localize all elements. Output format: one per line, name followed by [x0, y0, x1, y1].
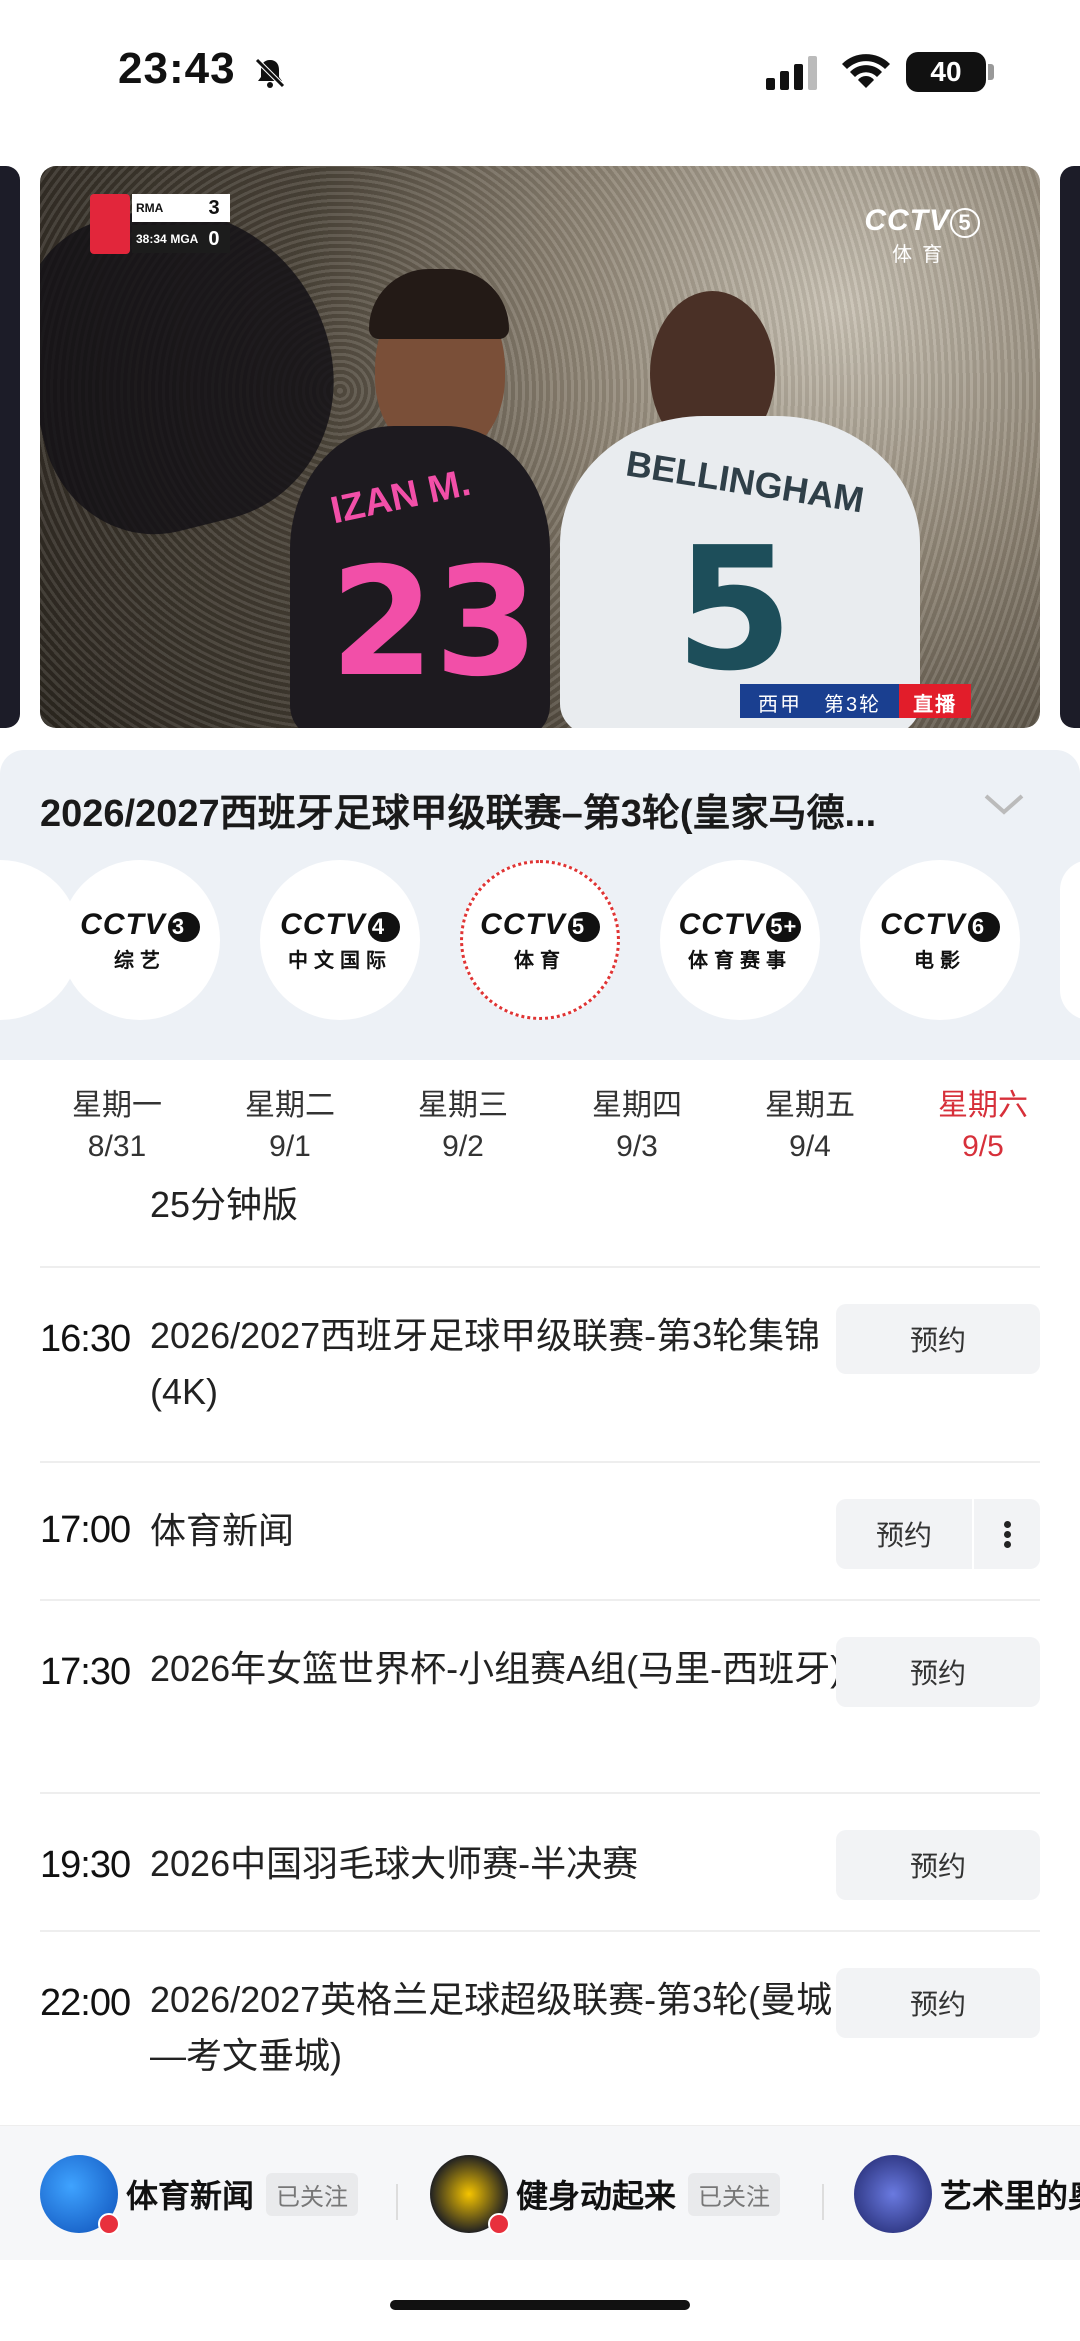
status-bar: 23:43 40	[0, 0, 1080, 150]
follow-status[interactable]: 已关注	[688, 2172, 781, 2216]
item-time: 19:30	[40, 1844, 131, 1886]
next-video-card[interactable]	[1060, 166, 1080, 728]
item-title: 2026中国羽毛球大师赛-半决赛	[150, 1843, 639, 1884]
channel-sub: 中文国际	[288, 949, 392, 972]
watermark-subtitle: 体育	[892, 244, 953, 266]
ticker-info: 西甲 第3轮	[740, 684, 900, 718]
scoreboard: RMA 3 38:34 MGA 0	[90, 194, 230, 254]
channel-cctv5[interactable]: CCTV 5 体育	[460, 860, 620, 1020]
item-title: 2026/2027西班牙足球甲级联赛-第3轮集锦(4K)	[150, 1315, 821, 1412]
schedule-item[interactable]: 19:30 2026中国羽毛球大师赛-半决赛 预约	[40, 1792, 1040, 1930]
score-row-away: 38:34 MGA 0	[132, 225, 230, 253]
day-tab-wed[interactable]: 星期三 9/2	[393, 1080, 533, 1164]
followed-accounts-bar: 体育新闻 已关注 健身动起来 已关注 艺术里的奥	[0, 2125, 1080, 2260]
reserve-button[interactable]: 预约	[836, 1499, 972, 1569]
channel-selector: CCTV 3 综艺 CCTV 4 中文国际 CCTV 5 体育 CCTV 5+ 体育赛事…	[0, 855, 1080, 1025]
status-time: 23:43	[118, 44, 236, 93]
item-time: 17:00	[40, 1509, 131, 1551]
home-team: RMA	[136, 201, 164, 215]
bell-muted-icon	[255, 58, 285, 88]
live-ticker: 西甲 第3轮 直播	[740, 684, 972, 718]
live-badge: 直播	[899, 684, 972, 718]
channel-sub: 体育	[514, 949, 566, 972]
divider	[396, 2184, 398, 2220]
schedule-item[interactable]: 16:30 2026/2027西班牙足球甲级联赛-第3轮集锦(4K) 预约	[40, 1266, 1040, 1461]
channel-partial-right[interactable]	[1060, 860, 1080, 1020]
channel-sub: 体育赛事	[688, 949, 792, 972]
video-player[interactable]: BELLINGHAM 5 IZAN M. 23 RMA 3 38:34 MGA …	[40, 166, 1040, 728]
score-row-home: RMA 3	[132, 194, 230, 222]
reserve-button[interactable]: 预约	[836, 1830, 1040, 1900]
watermark-number: 5	[950, 208, 980, 238]
chevron-down-icon[interactable]	[982, 790, 1026, 818]
player-left-name: IZAN M.	[327, 461, 475, 533]
account-art[interactable]: 艺术里的奥	[854, 2154, 1080, 2234]
avatar	[40, 2155, 120, 2235]
account-fitness[interactable]: 健身动起来 已关注	[430, 2154, 781, 2235]
reserve-button[interactable]: 预约	[836, 1637, 1040, 1707]
channel-cctv3[interactable]: CCTV 3 综艺	[60, 860, 220, 1020]
player-left: IZAN M. 23	[290, 426, 550, 728]
schedule-item[interactable]: 17:00 体育新闻 预约	[40, 1461, 1040, 1599]
prev-video-card[interactable]	[0, 166, 20, 728]
item-title: 2026/2027英格兰足球超级联赛-第3轮(曼城—考文垂城)	[150, 1979, 833, 2076]
channel-cctv6[interactable]: CCTV 6 电影	[860, 860, 1020, 1020]
schedule-item[interactable]: 22:00 2026/2027英格兰足球超级联赛-第3轮(曼城—考文垂城) 预约	[40, 1930, 1040, 2125]
avatar	[430, 2155, 510, 2235]
channel-watermark: CCTV 5 体育	[864, 204, 980, 267]
player-left-number: 23	[330, 536, 539, 710]
day-tab-tue[interactable]: 星期二 9/1	[220, 1080, 360, 1164]
watermark-name: CCTV	[864, 204, 950, 237]
item-title: 体育新闻	[150, 1510, 295, 1551]
match-clock: 38:34	[136, 232, 167, 246]
channel-cctv4[interactable]: CCTV 4 中文国际	[260, 860, 420, 1020]
program-title[interactable]: 2026/2027西班牙足球甲级联赛–第3轮(皇家马德...	[40, 782, 920, 837]
day-tab-sat[interactable]: 星期六 9/5	[913, 1080, 1053, 1164]
away-score: 0	[201, 227, 226, 251]
laliga-logo-icon	[90, 194, 130, 254]
signal-icon	[766, 56, 817, 90]
account-name: 艺术里的奥	[940, 2178, 1080, 2214]
item-time: 22:00	[40, 1982, 131, 2024]
divider	[822, 2184, 824, 2220]
home-score: 3	[202, 196, 226, 220]
day-tab-fri[interactable]: 星期五 9/4	[740, 1080, 880, 1164]
item-title: 2026年女篮世界杯-小组赛A组(马里-西班牙)	[150, 1648, 843, 1689]
reserve-button[interactable]: 预约	[836, 1304, 1040, 1374]
channel-sub: 综艺	[114, 949, 166, 972]
player-right-name: BELLINGHAM	[623, 442, 867, 521]
channel-sub: 电影	[914, 949, 966, 972]
account-name: 健身动起来	[516, 2178, 677, 2214]
channel-cctv5plus[interactable]: CCTV 5+ 体育赛事	[660, 860, 820, 1020]
active-channel-pointer	[525, 1040, 561, 1060]
item-time: 17:30	[40, 1651, 131, 1693]
more-options-icon[interactable]	[974, 1499, 1040, 1569]
reserve-button[interactable]: 预约	[836, 1968, 1040, 2038]
day-tab-thu[interactable]: 星期四 9/3	[567, 1080, 707, 1164]
wifi-icon	[842, 54, 890, 88]
battery-indicator: 40	[906, 52, 986, 92]
account-name: 体育新闻	[126, 2178, 255, 2214]
avatar	[854, 2155, 932, 2233]
battery-tip	[988, 64, 994, 80]
away-team: MGA	[170, 232, 199, 246]
cut-off-title-visible: 25分钟版	[150, 1184, 299, 1225]
home-indicator[interactable]	[390, 2300, 690, 2310]
account-sports-news[interactable]: 体育新闻 已关注	[40, 2154, 359, 2235]
schedule-item[interactable]: 17:30 2026年女篮世界杯-小组赛A组(马里-西班牙) 预约	[40, 1599, 1040, 1792]
day-tab-mon[interactable]: 星期一 8/31	[47, 1080, 187, 1164]
follow-status[interactable]: 已关注	[266, 2172, 359, 2216]
player-right-number: 5	[675, 511, 794, 709]
player-right: BELLINGHAM 5	[560, 416, 920, 728]
item-time: 16:30	[40, 1318, 131, 1360]
day-tabs: 星期一 8/31 星期二 9/1 星期三 9/2 星期四 9/3 星期五 9/4 星期六 9…	[0, 1070, 1080, 1180]
